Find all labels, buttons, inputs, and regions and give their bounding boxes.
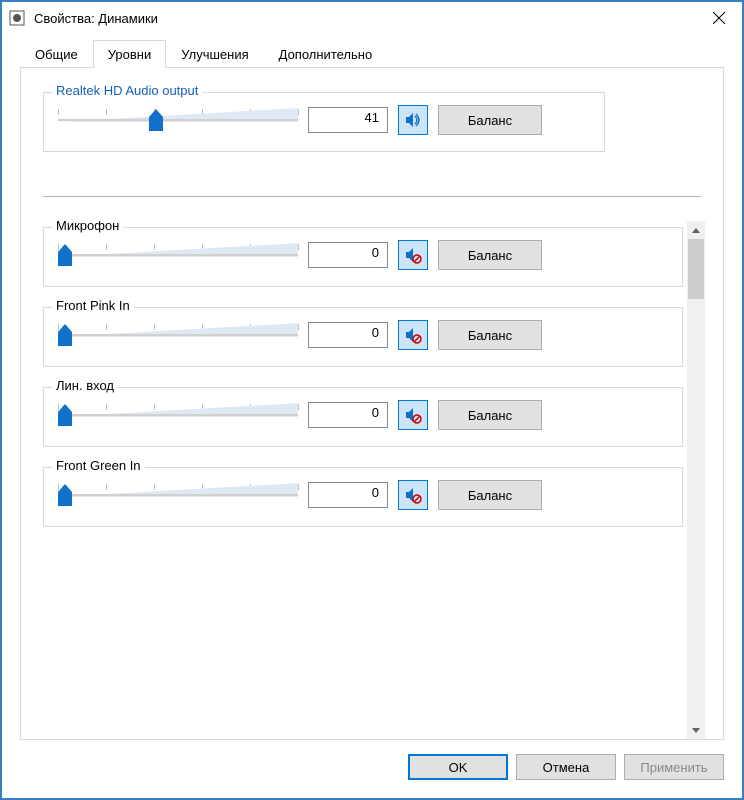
input-value[interactable]: 0 <box>308 322 388 348</box>
input-label: Лин. вход <box>52 378 118 393</box>
input-mute-button[interactable] <box>398 400 428 430</box>
input-balance-button[interactable]: Баланс <box>438 400 542 430</box>
cancel-button[interactable]: Отмена <box>516 754 616 780</box>
slider-thumb[interactable] <box>56 484 74 506</box>
tab-strip: Общие Уровни Улучшения Дополнительно <box>2 34 742 68</box>
input-slider[interactable] <box>58 480 298 510</box>
slider-thumb[interactable] <box>56 324 74 346</box>
scroll-up-button[interactable] <box>687 221 705 239</box>
speaker-muted-icon <box>404 326 422 344</box>
input-mute-button[interactable] <box>398 240 428 270</box>
input-group-front-pink: Front Pink In 0 <box>43 307 683 367</box>
input-slider[interactable] <box>58 400 298 430</box>
input-mute-button[interactable] <box>398 320 428 350</box>
separator <box>43 196 701 197</box>
chevron-down-icon <box>692 728 700 733</box>
input-balance-button[interactable]: Баланс <box>438 320 542 350</box>
input-balance-button[interactable]: Баланс <box>438 480 542 510</box>
input-label: Микрофон <box>52 221 123 233</box>
speaker-muted-icon <box>404 486 422 504</box>
input-balance-button[interactable]: Баланс <box>438 240 542 270</box>
input-label: Front Pink In <box>52 298 134 313</box>
input-slider[interactable] <box>58 320 298 350</box>
output-mute-button[interactable] <box>398 105 428 135</box>
chevron-up-icon <box>692 228 700 233</box>
properties-dialog: Свойства: Динамики Общие Уровни Улучшени… <box>0 0 744 800</box>
output-value[interactable]: 41 <box>308 107 388 133</box>
inputs-list: Микрофон 0 <box>39 221 687 739</box>
titlebar: Свойства: Динамики <box>2 2 742 34</box>
tab-advanced[interactable]: Дополнительно <box>264 40 388 68</box>
scroll-down-button[interactable] <box>687 721 705 739</box>
output-group: Realtek HD Audio output 41 <box>43 92 605 152</box>
output-row: 41 Баланс <box>58 105 590 135</box>
output-label: Realtek HD Audio output <box>52 83 202 98</box>
output-balance-button[interactable]: Баланс <box>438 105 542 135</box>
input-label: Front Green In <box>52 458 145 473</box>
output-slider[interactable] <box>58 105 298 135</box>
tab-levels[interactable]: Уровни <box>93 40 166 68</box>
input-group-line-in: Лин. вход 0 <box>43 387 683 447</box>
input-value[interactable]: 0 <box>308 242 388 268</box>
slider-thumb[interactable] <box>56 404 74 426</box>
input-value[interactable]: 0 <box>308 402 388 428</box>
input-row: 0 Баланс <box>58 240 668 270</box>
input-slider[interactable] <box>58 240 298 270</box>
input-row: 0 Баланс <box>58 480 668 510</box>
ok-button[interactable]: OK <box>408 754 508 780</box>
window-title: Свойства: Динамики <box>34 11 696 26</box>
inputs-area: Микрофон 0 <box>39 221 705 739</box>
close-icon <box>713 12 725 24</box>
input-mute-button[interactable] <box>398 480 428 510</box>
input-group-microphone: Микрофон 0 <box>43 227 683 287</box>
tab-general[interactable]: Общие <box>20 40 93 68</box>
slider-thumb[interactable] <box>147 109 165 131</box>
close-button[interactable] <box>696 2 742 34</box>
speaker-app-icon <box>8 9 26 27</box>
input-value[interactable]: 0 <box>308 482 388 508</box>
speaker-icon <box>404 111 422 129</box>
speaker-muted-icon <box>404 246 422 264</box>
input-row: 0 Баланс <box>58 400 668 430</box>
tab-enhancements[interactable]: Улучшения <box>166 40 263 68</box>
levels-panel: Realtek HD Audio output 41 <box>20 67 724 740</box>
input-group-front-green: Front Green In 0 <box>43 467 683 527</box>
slider-thumb[interactable] <box>56 244 74 266</box>
slider-track <box>58 119 298 121</box>
scroll-thumb[interactable] <box>688 239 704 299</box>
scrollbar[interactable] <box>687 221 705 739</box>
input-row: 0 Баланс <box>58 320 668 350</box>
apply-button[interactable]: Применить <box>624 754 724 780</box>
dialog-button-bar: OK Отмена Применить <box>2 754 742 798</box>
speaker-muted-icon <box>404 406 422 424</box>
